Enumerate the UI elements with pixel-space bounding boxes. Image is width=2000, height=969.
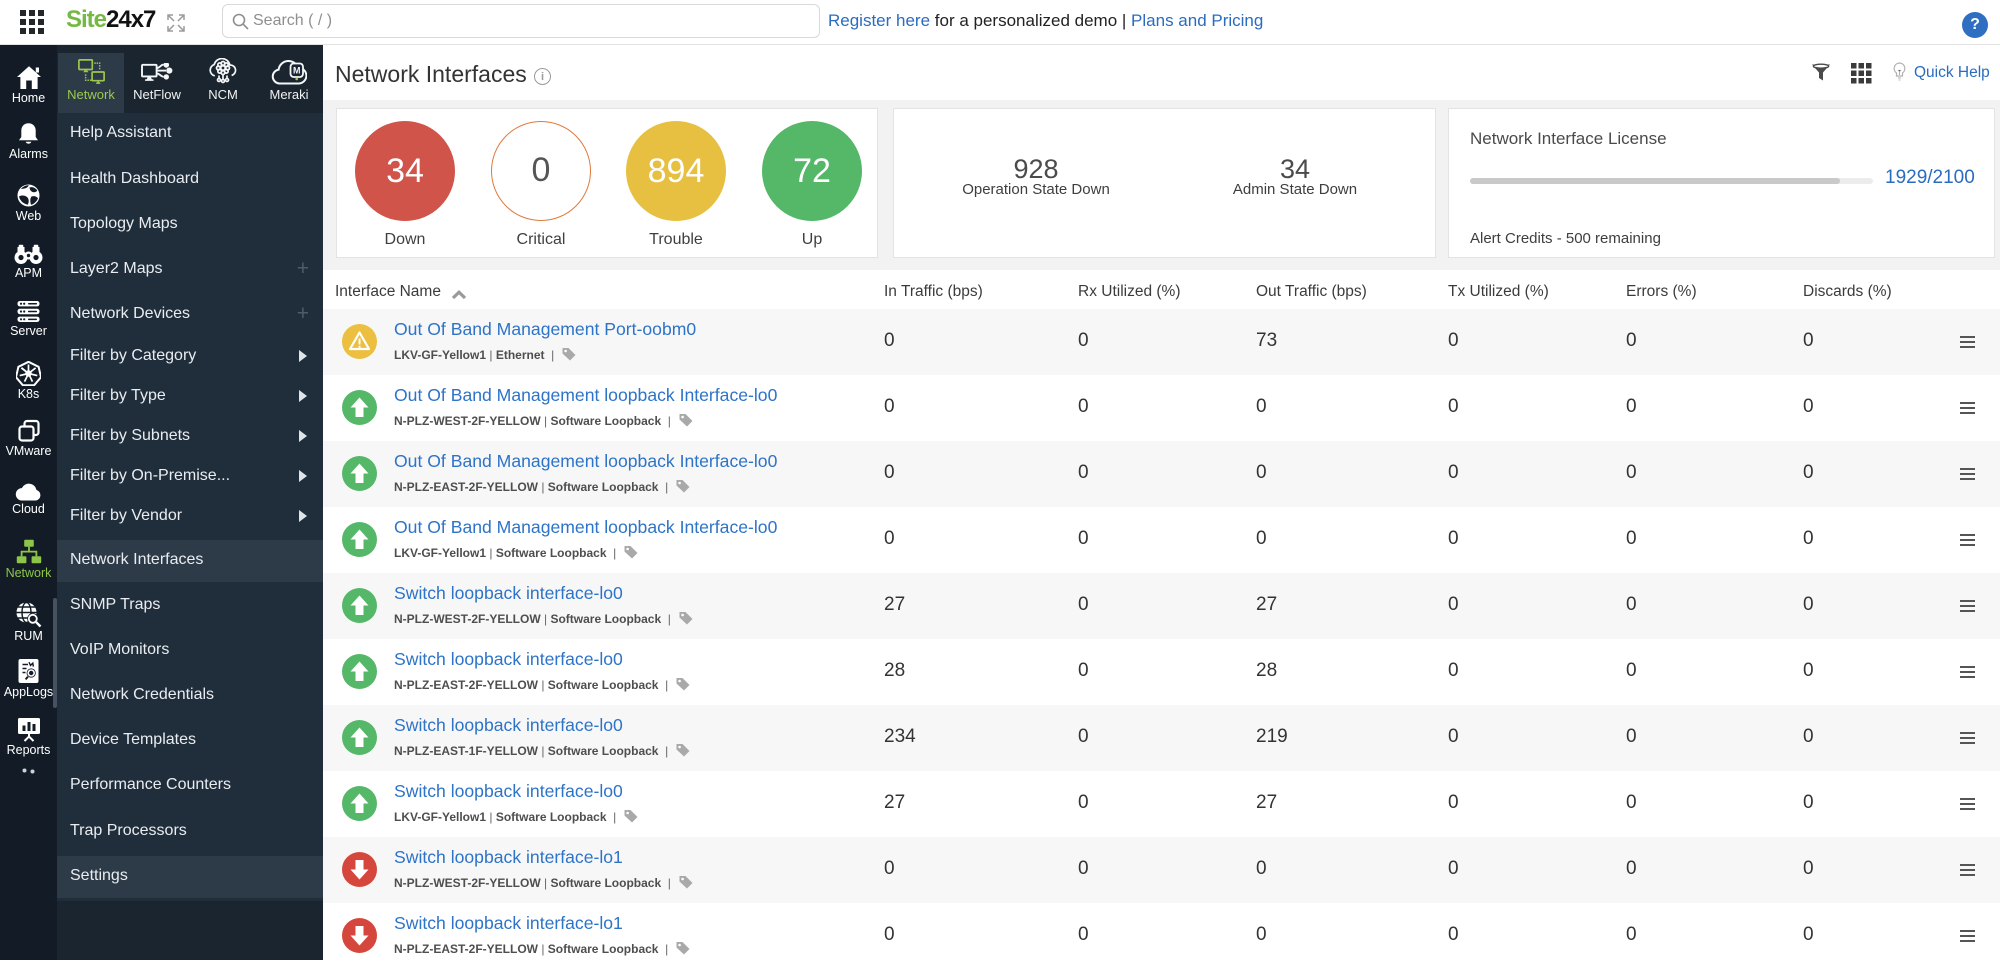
- svg-text:M: M: [293, 66, 301, 76]
